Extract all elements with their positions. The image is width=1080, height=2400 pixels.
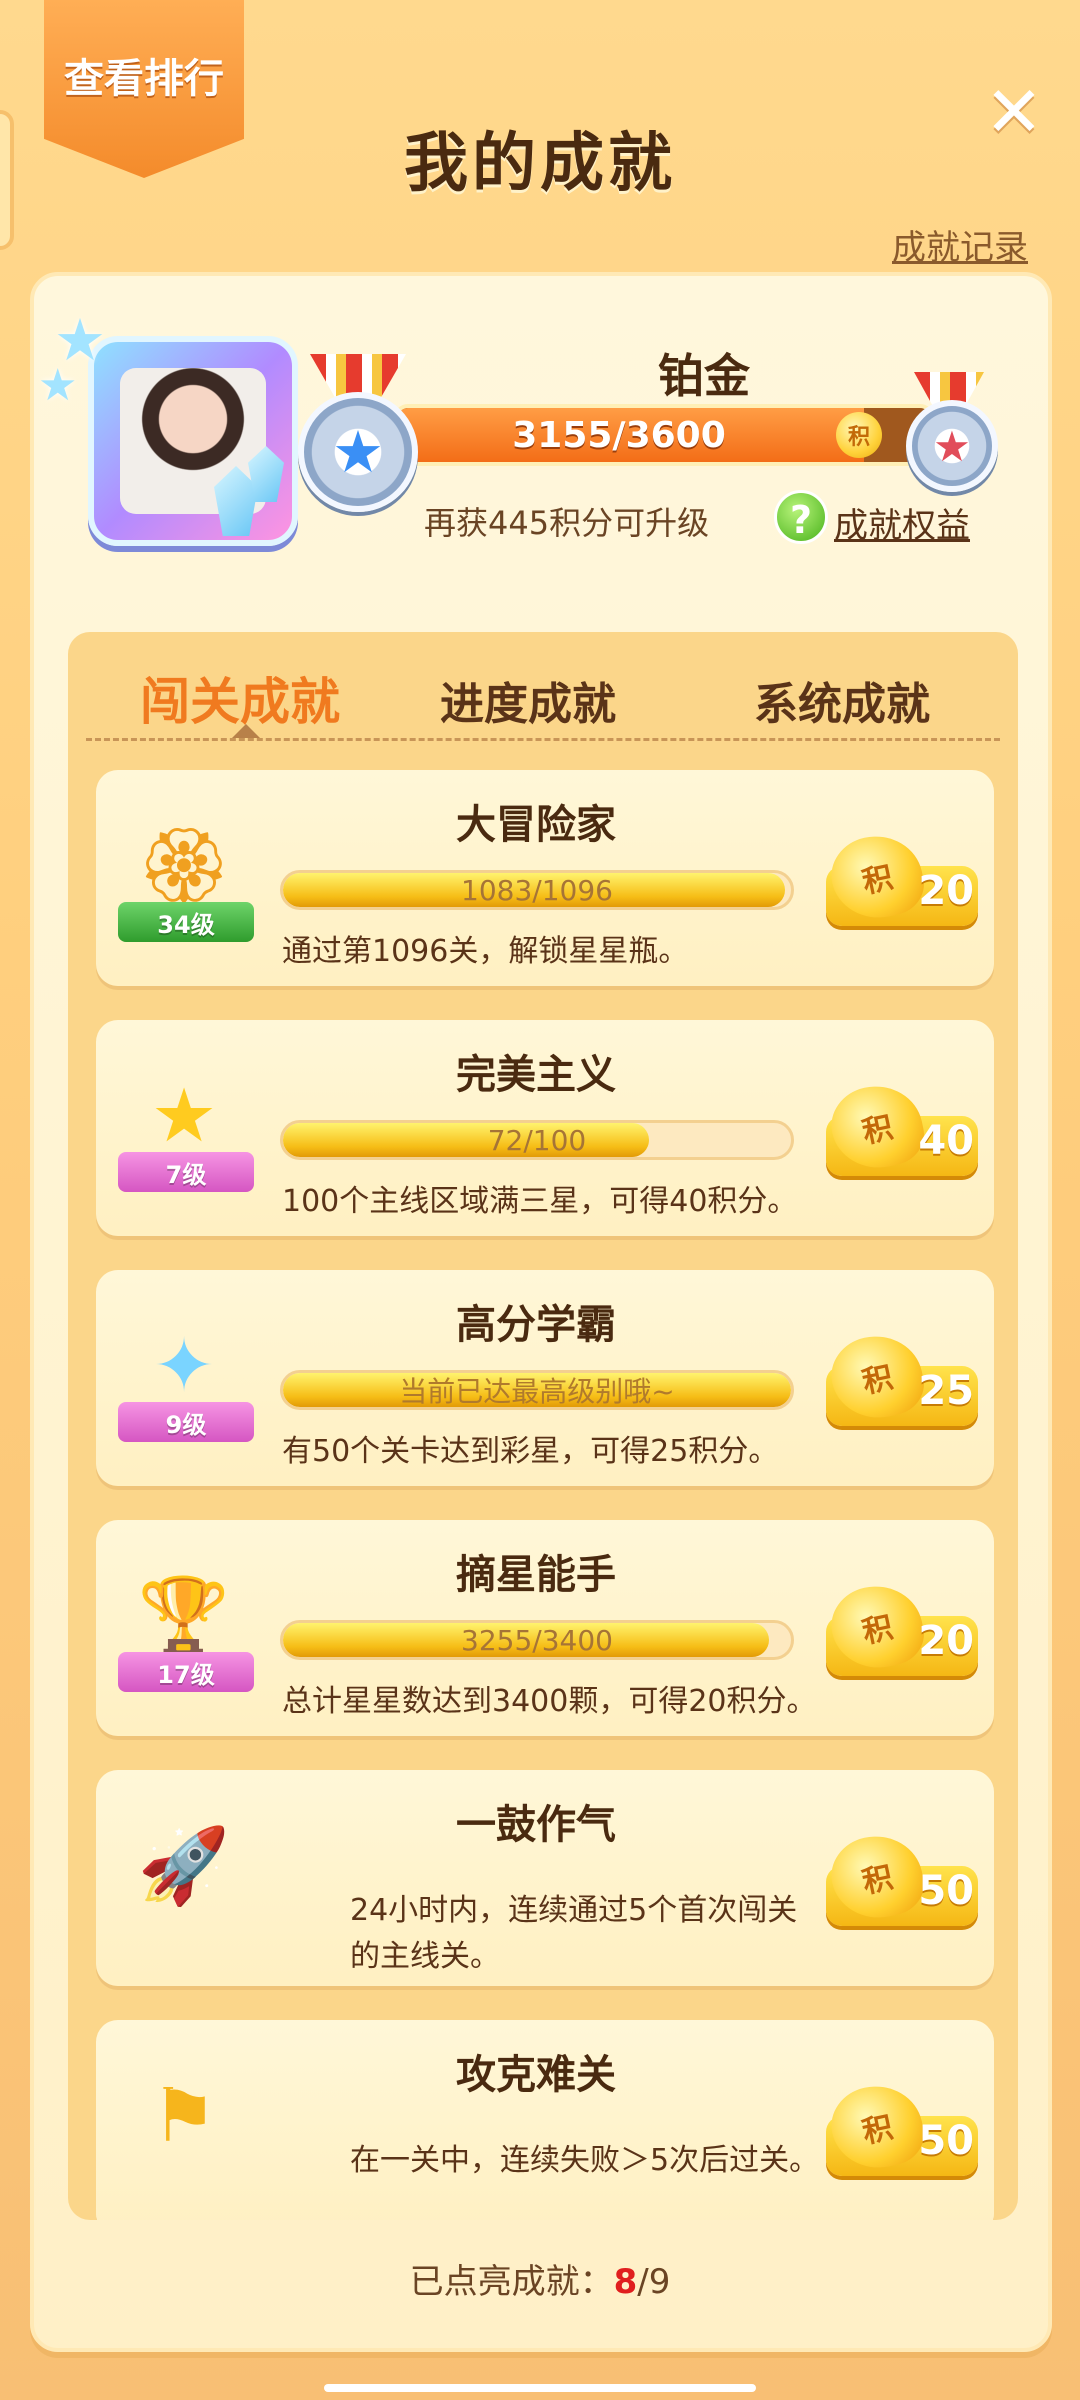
upgrade-hint: 再获445积分可升级 [424,504,710,542]
tab-divider [86,738,1000,741]
achievement-benefits-link[interactable]: 成就权益 [834,498,970,547]
achievement-progress-bar: 1083/1096 [280,870,794,910]
points-reward: 积 20 [824,1577,982,1682]
tier-progress-text: 3155/3600 [512,414,726,456]
flag-trophy-icon: ⚑ [150,2073,218,2159]
achievement-card[interactable]: 🚀 一鼓作气 24小时内，连续通过5个首次闯关的主线关。 积 50 [96,1770,994,1986]
points-value: 20 [918,868,974,914]
level-tag: 7级 [118,1152,254,1192]
lit-count-value: 8 [613,2262,638,2302]
active-tab-indicator [232,724,260,738]
home-indicator[interactable] [324,2384,756,2392]
achievement-progress-text: 1083/1096 [461,873,613,907]
profile-section: ★ ★ 铂金 3155/3600 积 ★ ★ 再获445积分可升级 ? 成就权益 [34,276,1048,616]
achievement-description: 在一关中，连续失败＞5次后过关。 [350,2143,820,2178]
achievement-progress-text: 当前已达最高级别哦~ [399,1375,675,1408]
achievement-card[interactable]: ★ 7级 完美主义 72/100 100个主线区域满三星，可得40积分。 积 4… [96,1020,994,1236]
points-reward: 积 50 [824,1827,982,1932]
lit-achievements-count: 已点亮成就：8/9 [0,2254,1080,2303]
achievement-records-link[interactable]: 成就记录 [892,220,1028,269]
achievement-title: 高分学霸 [456,1302,616,1348]
achievement-card[interactable]: ✦ 9级 高分学霸 当前已达最高级别哦~ 有50个关卡达到彩星，可得25积分。 … [96,1270,994,1486]
achievement-title: 完美主义 [456,1052,616,1098]
page-title: 我的成就 [404,127,676,201]
points-value: 20 [918,1618,974,1664]
achievement-card[interactable]: 🏆 17级 摘星能手 3255/3400 总计星星数达到3400颗，可得20积分… [96,1520,994,1736]
level-tag: 17级 [118,1652,254,1692]
achievement-tabs: 闯关成就 进度成就 系统成就 [68,632,1018,746]
achievement-description: 24小时内，连续通过5个首次闯关的主线关。 [350,1893,798,1974]
next-tier-medal-icon: ★ [906,400,998,492]
tier-progress-bar: 3155/3600 积 [394,404,934,466]
points-reward: 积 40 [824,1077,982,1182]
points-value: 50 [918,2118,974,2164]
lit-count-total: /9 [637,2262,671,2302]
achievement-description: 100个主线区域满三星，可得40积分。 [282,1184,798,1219]
achievement-panel: ★ ★ 铂金 3155/3600 积 ★ ★ 再获445积分可升级 ? 成就权益… [30,272,1052,2352]
points-reward: 积 50 [824,2077,982,2182]
achievement-card[interactable]: 🏵 34级 大冒险家 1083/1096 通过第1096关，解锁星星瓶。 积 2… [96,770,994,986]
lit-count-label: 已点亮成就： [409,2262,614,2302]
achievement-progress-bar: 72/100 [280,1120,794,1160]
achievement-progress-text: 3255/3400 [461,1623,613,1657]
points-coin-icon: 积 [836,412,882,458]
level-tag: 9级 [118,1402,254,1442]
achievement-title: 摘星能手 [456,1552,616,1598]
achievement-list[interactable]: 🏵 34级 大冒险家 1083/1096 通过第1096关，解锁星星瓶。 积 2… [68,770,1018,2220]
achievement-card[interactable]: ⚑ 攻克难关 在一关中，连续失败＞5次后过关。 积 50 [96,2020,994,2220]
current-tier-medal-icon: ★ [298,392,418,512]
tab-progress-achievements[interactable]: 进度成就 [440,668,616,732]
help-icon[interactable]: ? [774,490,828,544]
achievement-title: 攻克难关 [456,2052,616,2098]
achievement-progress-bar: 当前已达最高级别哦~ [280,1370,794,1410]
points-reward: 积 20 [824,827,982,932]
achievement-title: 一鼓作气 [456,1802,616,1848]
achievement-progress-text: 72/100 [487,1123,587,1157]
star-decoration-icon: ★ [38,360,78,411]
tab-system-achievements[interactable]: 系统成就 [754,668,930,732]
points-value: 25 [918,1368,974,1414]
points-reward: 积 25 [824,1327,982,1432]
points-value: 50 [918,1868,974,1914]
achievement-progress-bar: 3255/3400 [280,1620,794,1660]
tier-name: 铂金 [658,349,750,403]
points-value: 40 [918,1118,974,1164]
achievement-description: 有50个关卡达到彩星，可得25积分。 [282,1434,779,1469]
achievement-description: 总计星星数达到3400颗，可得20积分。 [282,1684,817,1719]
achievement-list-container: 闯关成就 进度成就 系统成就 🏵 34级 大冒险家 1083/1096 通过第1… [68,632,1018,2220]
level-tag: 34级 [118,902,254,942]
avatar[interactable] [88,336,298,546]
achievement-description: 通过第1096关，解锁星星瓶。 [282,934,689,969]
rocket-trophy-icon: 🚀 [137,1822,231,1909]
achievement-title: 大冒险家 [456,802,616,848]
